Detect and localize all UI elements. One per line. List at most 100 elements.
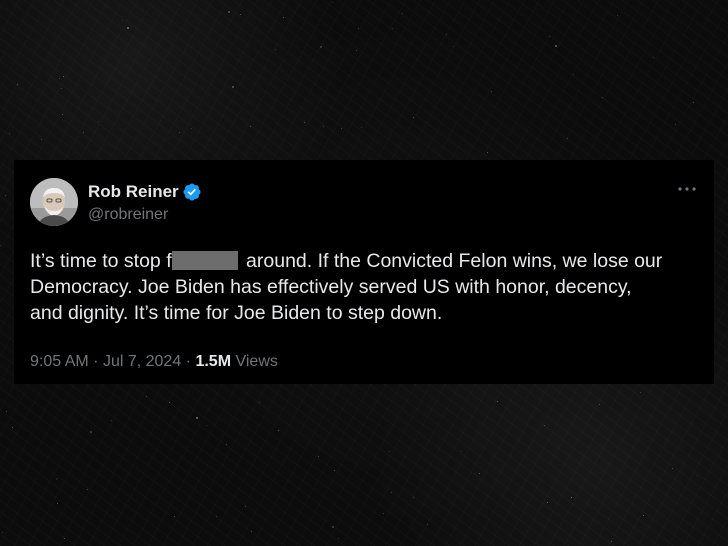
dust-speck [320, 46, 322, 48]
dust-speck [461, 451, 462, 452]
dust-speck [226, 444, 227, 445]
dust-speck [318, 456, 319, 457]
display-name[interactable]: Rob Reiner [88, 182, 179, 202]
dust-speck [640, 392, 641, 393]
tweet-time[interactable]: 9:05 AM [30, 353, 89, 370]
dust-speck [653, 57, 654, 58]
dust-speck [304, 122, 305, 123]
tweet-text-line-3: and dignity. It’s time for Joe Biden to … [30, 302, 443, 324]
dust-speck [602, 97, 603, 98]
tweet-text-line-2: Democracy. Joe Biden has effectively ser… [30, 276, 632, 298]
profile-photo-icon [30, 178, 78, 226]
dust-speck [62, 114, 63, 115]
dust-speck [479, 473, 480, 474]
dust-speck [383, 513, 384, 514]
dust-speck [232, 86, 234, 88]
dust-speck [98, 121, 99, 122]
dust-speck [413, 497, 414, 498]
tweet-text-line-1-end: around. If the Convicted Felon wins, we … [240, 250, 663, 272]
dust-speck [643, 515, 644, 516]
dust-speck [487, 152, 488, 153]
dust-speck [573, 74, 574, 75]
dust-speck [611, 541, 612, 542]
dust-speck [6, 411, 7, 412]
dust-speck [146, 396, 147, 397]
dust-speck [338, 538, 339, 539]
dust-speck [334, 470, 335, 471]
dust-speck [427, 524, 428, 525]
author-handle[interactable]: @robreiner [88, 206, 168, 224]
dust-speck [250, 126, 251, 127]
dust-speck [64, 538, 65, 539]
tweet-meta: 9:05 AM · Jul 7, 2024 · 1.5M Views [30, 353, 278, 371]
dust-speck [196, 417, 198, 419]
dust-speck [191, 128, 192, 129]
dust-speck [547, 502, 548, 503]
dust-speck [17, 84, 18, 85]
dust-speck [57, 478, 58, 479]
dust-speck [251, 531, 252, 532]
tweet-date[interactable]: Jul 7, 2024 [103, 353, 181, 370]
dust-speck [544, 425, 545, 426]
dust-speck [599, 404, 600, 405]
dust-speck [12, 427, 13, 428]
tweet-text-line-1: It’s time to stop f around. If the Convi… [30, 248, 710, 274]
dust-speck [332, 526, 334, 528]
dust-speck [356, 50, 357, 51]
dust-speck [206, 425, 207, 426]
dust-speck [59, 78, 60, 79]
dust-speck [111, 420, 112, 421]
dust-speck [90, 431, 92, 433]
dust-speck [555, 45, 557, 47]
dust-speck [216, 516, 217, 517]
dust-speck [571, 497, 572, 498]
dust-speck [169, 402, 170, 403]
censor-bar [171, 251, 238, 270]
more-horizontal-icon[interactable] [676, 182, 698, 196]
dust-speck [122, 20, 123, 21]
verified-badge-icon [183, 183, 201, 201]
dust-speck [323, 126, 324, 127]
dust-speck [179, 132, 180, 133]
dust-speck [228, 11, 230, 13]
dust-speck [549, 36, 550, 37]
dust-speck [63, 76, 64, 77]
dust-speck [275, 49, 276, 50]
dust-speck [0, 245, 1, 246]
dust-speck [341, 128, 342, 129]
views-count[interactable]: 1.5M [195, 353, 231, 370]
tweet-card[interactable]: Rob Reiner @robreiner It’s time to stop … [14, 160, 714, 384]
dust-speck [278, 430, 279, 431]
dust-speck [83, 132, 84, 133]
dust-speck [491, 91, 492, 92]
dust-speck [283, 17, 284, 18]
dust-speck [259, 402, 260, 403]
dust-speck [87, 489, 88, 490]
dust-speck [57, 503, 58, 504]
dust-speck [672, 468, 673, 469]
dust-speck [693, 102, 694, 103]
dust-speck [127, 27, 129, 29]
dust-speck [361, 127, 362, 128]
dust-speck [9, 133, 10, 134]
meta-separator: · [93, 353, 99, 370]
avatar[interactable] [30, 178, 78, 226]
dust-speck [389, 451, 390, 452]
dust-speck [697, 475, 698, 476]
dust-speck [675, 124, 676, 125]
dust-speck [245, 506, 246, 507]
views-label: Views [235, 353, 278, 370]
dust-speck [392, 28, 393, 29]
dust-speck [358, 28, 359, 29]
author-name-row: Rob Reiner [88, 182, 202, 202]
dust-speck [61, 88, 62, 89]
dust-speck [402, 13, 403, 14]
dust-speck [567, 138, 568, 139]
dust-speck [332, 2, 333, 3]
tweet-text-line-1-start: It’s time to stop f [30, 250, 172, 272]
dust-speck [41, 139, 42, 140]
dust-speck [391, 492, 392, 493]
dust-speck [174, 516, 175, 517]
dust-speck [56, 479, 57, 480]
dust-speck [617, 15, 618, 16]
